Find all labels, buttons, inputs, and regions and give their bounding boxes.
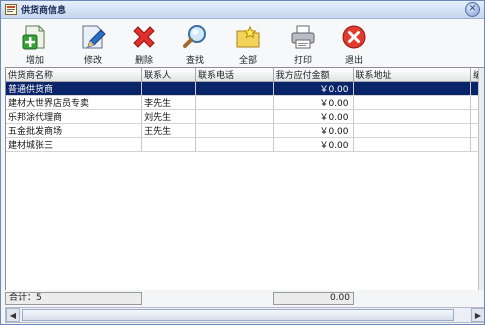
table-row[interactable]: 建材大世界店员专卖 李先生 ￥0.00 bbox=[6, 95, 484, 110]
add-button[interactable]: 增加 bbox=[13, 21, 57, 66]
summary-bar: 合计：5 0.00 bbox=[5, 290, 484, 305]
cell-amount: ￥0.00 bbox=[273, 95, 354, 110]
supplier-info-window: 供货商信息 ✕ 增加 修改 删除 查找 全部 打印 退出 供货商名称 联系人 联… bbox=[0, 0, 485, 325]
supplier-table[interactable]: 供货商名称 联系人 联系电话 我方应付金额 联系地址 编 普通供货商 ￥0.00 bbox=[5, 67, 484, 291]
table-row[interactable]: 乐邦涂代理商 刘先生 ￥0.00 bbox=[6, 109, 484, 124]
folder-star-icon bbox=[236, 25, 260, 48]
edit-button[interactable]: 修改 bbox=[71, 21, 115, 66]
cell-contact: 李先生 bbox=[141, 95, 196, 110]
column-header-contact[interactable]: 联系人 bbox=[141, 68, 196, 82]
find-button-label: 查找 bbox=[185, 56, 204, 66]
cell-amount: ￥0.00 bbox=[273, 81, 354, 96]
cell-contact bbox=[141, 137, 196, 152]
cell-phone bbox=[195, 81, 274, 96]
show-all-button-label: 全部 bbox=[238, 56, 257, 66]
magnifier-icon bbox=[183, 25, 206, 48]
window-close-button[interactable]: ✕ bbox=[465, 2, 480, 17]
cell-amount: ￥0.00 bbox=[273, 137, 354, 152]
scroll-thumb[interactable] bbox=[22, 309, 454, 321]
exit-button[interactable]: 退出 bbox=[332, 21, 376, 66]
delete-x-icon bbox=[133, 26, 155, 48]
cell-amount: ￥0.00 bbox=[273, 123, 354, 138]
table-row[interactable]: 普通供货商 ￥0.00 bbox=[6, 81, 484, 96]
edit-document-icon bbox=[82, 25, 106, 49]
printer-icon bbox=[291, 25, 315, 49]
window-title: 供货商信息 bbox=[21, 6, 67, 16]
cell-contact bbox=[141, 81, 196, 96]
table-row[interactable]: 五金批发商场 王先生 ￥0.00 bbox=[6, 123, 484, 138]
cell-address bbox=[353, 81, 471, 96]
table-header-row: 供货商名称 联系人 联系电话 我方应付金额 联系地址 编 bbox=[6, 68, 484, 82]
cell-address bbox=[353, 95, 471, 110]
cell-amount: ￥0.00 bbox=[273, 109, 354, 124]
cell-contact: 王先生 bbox=[141, 123, 196, 138]
cell-supplier-name: 普通供货商 bbox=[6, 81, 143, 96]
table-row[interactable]: 建材城张三 ￥0.00 bbox=[6, 137, 484, 152]
cell-phone bbox=[195, 109, 274, 124]
cell-phone bbox=[195, 123, 274, 138]
cell-supplier-name: 五金批发商场 bbox=[6, 123, 143, 138]
horizontal-scrollbar[interactable]: ◀ ▶ bbox=[5, 307, 484, 323]
exit-button-label: 退出 bbox=[344, 56, 363, 66]
cell-address bbox=[353, 137, 471, 152]
vertical-scrollbar[interactable] bbox=[478, 68, 484, 290]
total-amount: 0.00 bbox=[273, 292, 354, 305]
scroll-right-button[interactable]: ▶ bbox=[471, 308, 484, 322]
delete-button-label: 删除 bbox=[134, 56, 153, 66]
column-header-amount[interactable]: 我方应付金额 bbox=[273, 68, 354, 82]
print-button[interactable]: 打印 bbox=[281, 21, 325, 66]
find-button[interactable]: 查找 bbox=[173, 21, 217, 66]
exit-icon bbox=[342, 25, 366, 49]
add-document-icon bbox=[22, 25, 45, 50]
cell-phone bbox=[195, 95, 274, 110]
cell-supplier-name: 乐邦涂代理商 bbox=[6, 109, 143, 124]
cell-address bbox=[353, 109, 471, 124]
column-header-phone[interactable]: 联系电话 bbox=[195, 68, 274, 82]
supplier-grid: 供货商名称 联系人 联系电话 我方应付金额 联系地址 编 普通供货商 ￥0.00 bbox=[6, 68, 484, 152]
total-count: 合计：5 bbox=[5, 292, 142, 305]
add-button-label: 增加 bbox=[25, 56, 44, 66]
print-button-label: 打印 bbox=[293, 56, 312, 66]
show-all-button[interactable]: 全部 bbox=[226, 21, 270, 66]
cell-contact: 刘先生 bbox=[141, 109, 196, 124]
toolbar: 增加 修改 删除 查找 全部 打印 退出 bbox=[1, 19, 484, 67]
cell-supplier-name: 建材大世界店员专卖 bbox=[6, 95, 143, 110]
cell-supplier-name: 建材城张三 bbox=[6, 137, 143, 152]
column-header-address[interactable]: 联系地址 bbox=[353, 68, 471, 82]
cell-phone bbox=[195, 137, 274, 152]
window-app-icon bbox=[5, 4, 17, 15]
cell-address bbox=[353, 123, 471, 138]
column-header-name[interactable]: 供货商名称 bbox=[6, 68, 143, 82]
scroll-left-button[interactable]: ◀ bbox=[6, 308, 20, 322]
edit-button-label: 修改 bbox=[83, 56, 102, 66]
title-bar: 供货商信息 ✕ bbox=[1, 1, 484, 19]
delete-button[interactable]: 删除 bbox=[122, 21, 166, 66]
